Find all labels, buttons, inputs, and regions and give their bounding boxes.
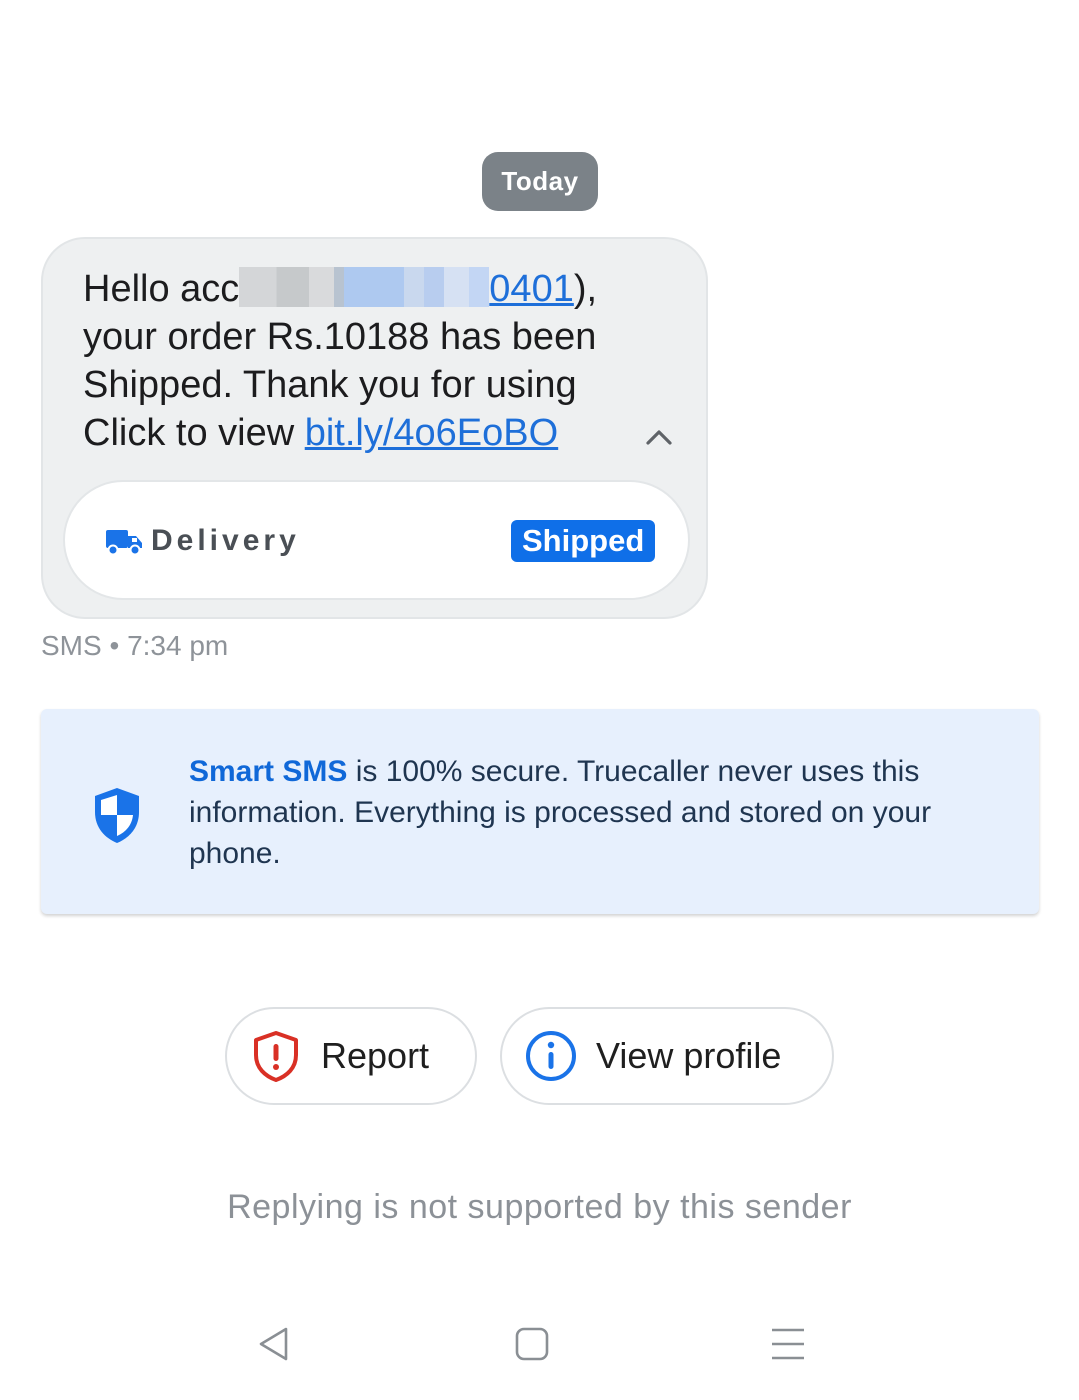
- status-badge: Shipped: [511, 520, 656, 562]
- meta-separator: •: [109, 630, 120, 661]
- account-link[interactable]: 0401: [489, 268, 574, 310]
- redacted-block: [239, 267, 490, 307]
- report-button[interactable]: Report: [225, 1007, 477, 1105]
- message-bubble[interactable]: Hello acc 0401), your order Rs.10188 has …: [41, 237, 708, 619]
- secure-notice-text: Smart SMS is 100% secure. Truecaller nev…: [189, 751, 1009, 874]
- shield-icon: [95, 788, 139, 843]
- view-profile-button-label: View profile: [596, 1035, 782, 1076]
- sms-conversation-screen: Today Hello acc 0401), your order Rs.1018…: [0, 0, 1079, 1400]
- report-shield-icon: [254, 1031, 298, 1082]
- date-chip: Today: [482, 152, 598, 211]
- chevron-up-icon[interactable]: [643, 421, 675, 453]
- smart-sms-brand: Smart SMS: [189, 755, 348, 788]
- info-icon: [526, 1031, 576, 1081]
- menu-lines-icon[interactable]: [766, 1322, 810, 1366]
- message-line-1: Hello acc 0401),: [83, 265, 643, 313]
- home-square-icon[interactable]: [510, 1322, 554, 1366]
- back-triangle-icon[interactable]: [252, 1322, 296, 1366]
- delivery-card[interactable]: Delivery Shipped: [63, 480, 690, 600]
- short-link[interactable]: bit.ly/4o6EoBO: [305, 412, 558, 454]
- message-time: 7:34 pm: [127, 630, 229, 661]
- view-profile-button[interactable]: View profile: [500, 1007, 834, 1105]
- message-text: Hello acc 0401), your order Rs.10188 has …: [83, 265, 643, 457]
- message-line-2: your order Rs.10188 has been: [83, 316, 597, 358]
- message-channel: SMS: [41, 630, 102, 661]
- message-line-4-text: Click to view: [83, 412, 305, 454]
- report-button-label: Report: [321, 1035, 430, 1076]
- delivery-label: Delivery: [151, 524, 300, 557]
- truck-icon: [106, 530, 142, 556]
- message-line-4: Click to view bit.ly/4o6EoBO: [83, 409, 643, 457]
- secure-notice: Smart SMS is 100% secure. Truecaller nev…: [41, 709, 1039, 914]
- message-line-3: Shipped. Thank you for using: [83, 364, 577, 406]
- message-line-1-suffix: ),: [573, 268, 598, 310]
- reply-not-supported-note: Replying is not supported by this sender: [227, 1188, 852, 1226]
- message-greeting: Hello acc: [83, 268, 240, 310]
- message-meta: SMS • 7:34 pm: [41, 630, 228, 662]
